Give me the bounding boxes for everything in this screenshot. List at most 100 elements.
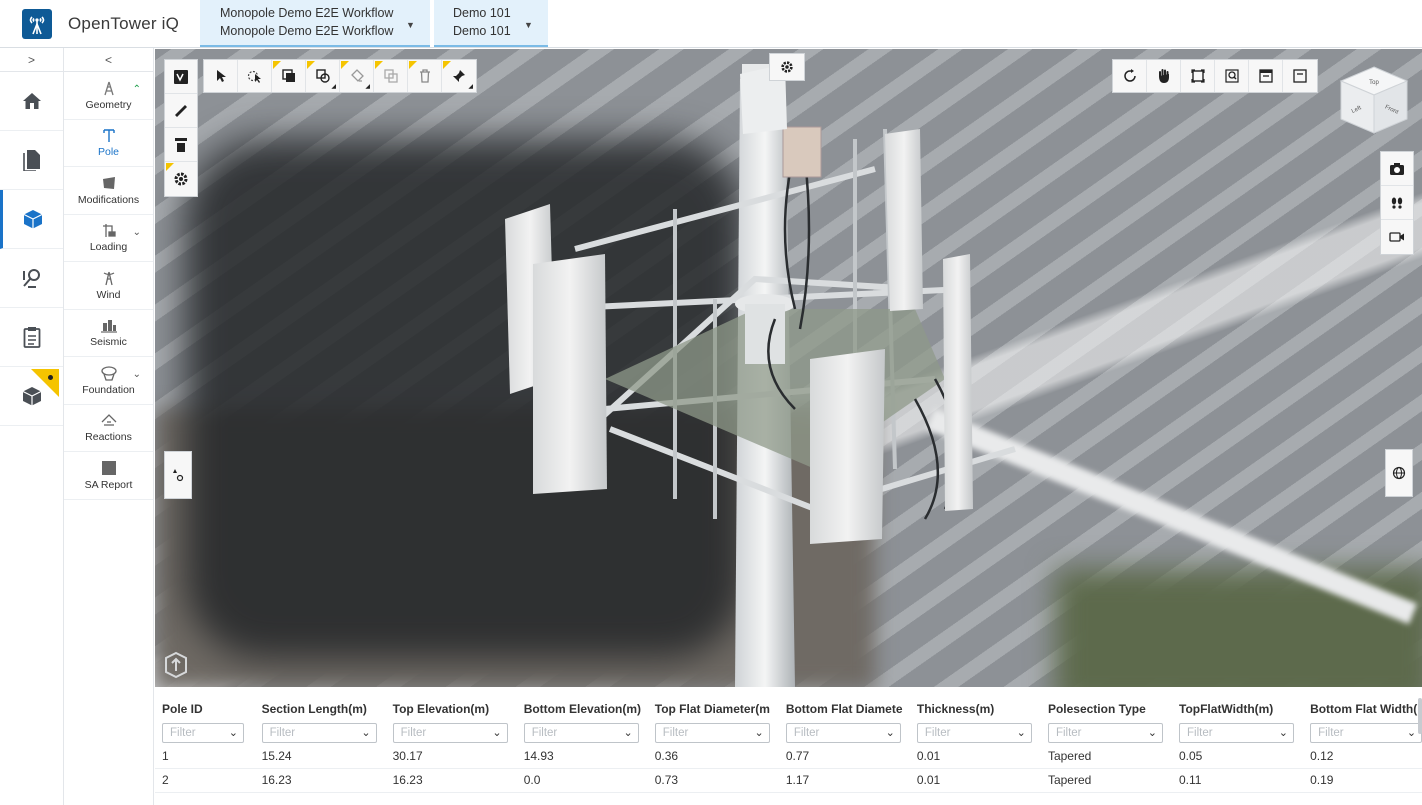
panel-item-sa-report[interactable]: SA Report [64, 452, 153, 500]
filter-button[interactable] [165, 128, 197, 162]
panel-bottom-button[interactable] [1283, 60, 1317, 92]
table-row[interactable]: 2 16.23 16.23 0.0 0.73 1.17 0.01 Tapered… [155, 768, 1422, 793]
column-filter-dropdown[interactable]: Filter ⌄ [162, 722, 244, 743]
app-logo-icon[interactable] [22, 9, 52, 39]
panel-item-geometry[interactable]: Geometry ⌃ [64, 72, 153, 120]
rail-item-documents[interactable] [0, 131, 63, 190]
column-header[interactable]: Section Length(m) [255, 688, 386, 718]
seismic-icon [100, 317, 118, 333]
camera-toolbar [1380, 151, 1414, 255]
column-header[interactable]: Bottom Elevation(m) [517, 688, 648, 718]
view-cube[interactable]: Top Left Front [1335, 61, 1413, 139]
chevron-down-icon: ▼ [406, 20, 415, 30]
filter-placeholder: Filter [793, 726, 820, 739]
viewcube-top-label[interactable]: Top [1369, 80, 1379, 86]
panel-item-modifications[interactable]: Modifications [64, 167, 153, 215]
column-header[interactable]: Top Elevation(m) [386, 688, 517, 718]
copy-layer-button[interactable] [272, 60, 306, 92]
panel-item-wind[interactable]: Wind [64, 262, 153, 310]
rail-item-3d-model[interactable] [0, 190, 63, 249]
panel-top-button[interactable] [1249, 60, 1283, 92]
site-breadcrumb-dropdown[interactable]: Demo 101 Demo 101 ▼ [434, 0, 548, 47]
marker-toolbar [164, 451, 192, 499]
delete-button[interactable] [408, 60, 442, 92]
globe-button[interactable] [1386, 450, 1412, 496]
column-header[interactable]: Polesection Type [1041, 688, 1172, 718]
panel-item-loading[interactable]: Loading ⌄ [64, 215, 153, 262]
column-filter-dropdown[interactable]: Filter ⌄ [261, 722, 377, 743]
rotate-button[interactable] [1113, 60, 1147, 92]
panel-item-label: Loading [89, 241, 128, 254]
panel-item-seismic[interactable]: Seismic [64, 310, 153, 357]
zoom-button[interactable] [1215, 60, 1249, 92]
flag-dot-icon [48, 375, 53, 380]
rail-item-home[interactable] [0, 72, 63, 131]
table-cell: 1.17 [778, 768, 910, 793]
chevron-down-icon: ▼ [524, 20, 533, 30]
tag-button[interactable] [165, 60, 197, 94]
column-filter-dropdown[interactable]: Filter ⌄ [392, 722, 508, 743]
multi-select-button[interactable] [238, 60, 272, 92]
column-header[interactable]: Top Flat Diameter(m [648, 688, 779, 718]
delete-icon [419, 69, 430, 83]
column-header[interactable]: Bottom Flat Width(n [1303, 688, 1422, 718]
collapse-panel-button[interactable]: < [64, 48, 153, 72]
monopole-tower-model[interactable] [155, 49, 1422, 687]
document-icon [22, 150, 40, 171]
table-cell: 1 [155, 744, 255, 769]
rail-item-inspection[interactable] [0, 249, 63, 308]
filter-icon [175, 137, 187, 152]
rail-item-reports[interactable] [0, 308, 63, 367]
chevron-down-icon[interactable]: ⌄ [133, 369, 141, 380]
column-filter-dropdown[interactable]: Filter ⌄ [916, 722, 1032, 743]
table-cell: 0.19 [1303, 768, 1422, 793]
view-settings-button[interactable] [770, 54, 804, 80]
pan-icon [1158, 69, 1169, 83]
pan-button[interactable] [1147, 60, 1181, 92]
fit-view-button[interactable] [1181, 60, 1215, 92]
left-toolbar [164, 59, 198, 197]
pin-button[interactable]: ◢ [442, 60, 476, 92]
select-button[interactable] [204, 60, 238, 92]
flag-icon [307, 61, 315, 69]
column-filter-dropdown[interactable]: Filter ⌄ [1179, 722, 1294, 743]
table-row[interactable]: 1 15.24 30.17 14.93 0.36 0.77 0.01 Taper… [155, 744, 1422, 769]
filter-placeholder: Filter [662, 726, 689, 739]
column-header[interactable]: TopFlatWidth(m) [1172, 688, 1303, 718]
chevron-down-icon[interactable]: ⌄ [133, 227, 141, 238]
column-filter-dropdown[interactable]: Filter ⌄ [785, 722, 901, 743]
shape-select-icon [315, 69, 330, 83]
filter-placeholder: Filter [170, 726, 196, 739]
project-breadcrumb-dropdown[interactable]: Monopole Demo E2E Workflow Monopole Demo… [200, 0, 430, 47]
column-filter-dropdown[interactable]: Filter ⌄ [1310, 722, 1422, 743]
paint-button[interactable]: ◢ [340, 60, 374, 92]
column-filter-dropdown[interactable]: Filter ⌄ [523, 722, 639, 743]
screenshot-button[interactable] [1381, 152, 1413, 186]
3d-viewport[interactable]: ◢ ◢ ◢ Top Left Front [155, 49, 1422, 687]
duplicate-button[interactable] [374, 60, 408, 92]
table-scrollbar[interactable] [1418, 698, 1422, 734]
column-header[interactable]: Bottom Flat Diamete [779, 688, 910, 718]
shape-select-button[interactable]: ◢ [306, 60, 340, 92]
chevron-up-icon[interactable]: ⌃ [133, 84, 141, 95]
copy-layer-icon [281, 69, 295, 82]
project-name: Monopole Demo E2E Workflow [220, 6, 394, 20]
marker-icon [173, 469, 184, 482]
settings-button[interactable] [165, 162, 197, 196]
expand-rail-button[interactable]: > [0, 48, 63, 72]
panel-item-reactions[interactable]: Reactions [64, 405, 153, 452]
flag-icon [443, 61, 451, 69]
walk-mode-button[interactable] [1381, 186, 1413, 220]
flag-icon [375, 61, 383, 69]
rail-item-analysis[interactable] [0, 367, 63, 426]
record-button[interactable] [1381, 220, 1413, 254]
column-header[interactable]: Thickness(m) [910, 688, 1041, 718]
column-filter-dropdown[interactable]: Filter ⌄ [1047, 722, 1163, 743]
measure-button[interactable] [165, 94, 197, 128]
panel-item-foundation[interactable]: Foundation ⌄ [64, 357, 153, 405]
panel-bottom-icon [1293, 69, 1307, 83]
column-header[interactable]: Pole ID [155, 688, 255, 718]
panel-item-pole[interactable]: Pole [64, 120, 153, 167]
marker-button[interactable] [165, 452, 191, 498]
column-filter-dropdown[interactable]: Filter ⌄ [654, 722, 770, 743]
